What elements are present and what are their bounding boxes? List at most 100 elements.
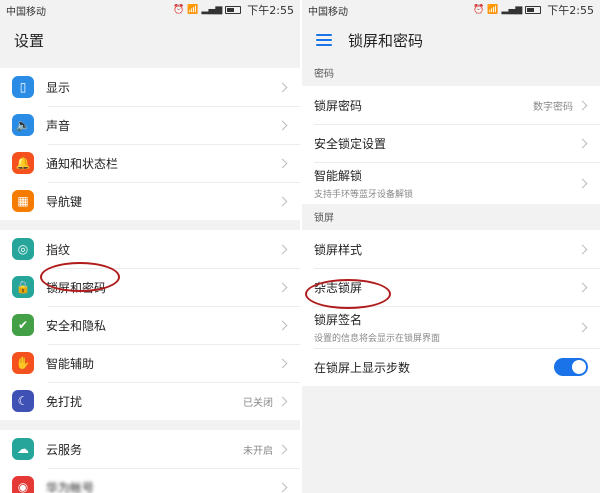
smart-unlock-item[interactable]: 智能解锁 支持手环等蓝牙设备解锁 — [302, 162, 600, 204]
wifi-icon: 📶 — [487, 5, 499, 15]
chevron-right-icon — [277, 196, 288, 206]
settings-item[interactable]: ☾ 免打扰 已关闭 — [0, 382, 300, 420]
chevron-right-icon — [577, 322, 588, 332]
settings-item[interactable]: ◉ 华为帐号 — [0, 468, 300, 493]
settings-group: ☁ 云服务 未开启 ◉ 华为帐号 — [0, 430, 300, 493]
lock-screen-signature-item[interactable]: 锁屏签名 设置的信息将会显示在锁屏界面 — [302, 306, 600, 348]
settings-item[interactable]: ☁ 云服务 未开启 — [0, 430, 300, 468]
page-title-bar: 锁屏和密码 — [302, 20, 600, 60]
settings-item-label: 锁屏和密码 — [46, 280, 107, 295]
settings-item-label: 免打扰 — [46, 394, 83, 409]
cloud-icon: ☁ — [12, 438, 34, 460]
chevron-right-icon — [577, 178, 588, 188]
carrier-label: 中国移动 — [308, 6, 348, 18]
settings-item[interactable]: 🔔 通知和状态栏 — [0, 144, 300, 182]
section-header-lockscreen: 锁屏 — [302, 204, 600, 230]
wifi-icon: 📶 — [187, 5, 199, 15]
settings-item-value: 已关闭 — [243, 397, 273, 409]
chevron-right-icon — [577, 100, 588, 110]
lock-icon: 🔒 — [12, 276, 34, 298]
status-bar: 中国移动 ⏰ 📶 ▂▄▆ 下午2:55 — [302, 0, 600, 20]
chevron-right-icon — [277, 282, 288, 292]
section-header-password: 密码 — [302, 60, 600, 86]
menu-icon[interactable] — [316, 34, 332, 46]
settings-item[interactable]: 🔒 锁屏和密码 — [0, 268, 300, 306]
lock-password-value: 数字密码 — [533, 101, 573, 113]
chevron-right-icon — [577, 282, 588, 292]
bell-icon: 🔔 — [12, 152, 34, 174]
secure-lock-settings-item[interactable]: 安全锁定设置 — [302, 124, 600, 162]
settings-item[interactable]: 🔈 声音 — [0, 106, 300, 144]
alarm-icon: ⏰ — [173, 5, 185, 15]
navigation-key-icon: ▦ — [12, 190, 34, 212]
settings-item[interactable]: ◎ 指纹 — [0, 230, 300, 268]
chevron-right-icon — [277, 158, 288, 168]
settings-group: ◎ 指纹 🔒 锁屏和密码 ✔ 安全和隐私 ✋ 智能辅助 ☾ 免打扰 已关闭 — [0, 230, 300, 420]
secure-lock-settings-label: 安全锁定设置 — [314, 136, 387, 151]
smart-unlock-subtitle: 支持手环等蓝牙设备解锁 — [314, 189, 414, 200]
lock-screen-style-label: 锁屏样式 — [314, 242, 363, 257]
settings-list: ▯ 显示 🔈 声音 🔔 通知和状态栏 ▦ 导航键 ◎ 指纹 🔒 锁屏和密码 ✔ 安全和隐私 ✋ 智能辅助 ☾ 免打… — [0, 60, 300, 493]
battery-icon — [225, 6, 242, 14]
account-icon: ◉ — [12, 476, 34, 493]
settings-item[interactable]: ✔ 安全和隐私 — [0, 306, 300, 344]
settings-item-label: 智能辅助 — [46, 356, 95, 371]
settings-item-label: 安全和隐私 — [46, 318, 107, 333]
signal-icon: ▂▄▆ — [201, 5, 223, 15]
group-gap — [0, 220, 300, 230]
settings-item[interactable]: ▦ 导航键 — [0, 182, 300, 220]
settings-screen: 中国移动 ⏰ 📶 ▂▄▆ 下午2:55 设置 ▯ 显示 🔈 声音 🔔 通知和状态栏 ▦ 导航键… — [0, 0, 300, 493]
lock-password-label: 锁屏密码 — [314, 98, 363, 113]
chevron-right-icon — [277, 244, 288, 254]
status-icons: ⏰ 📶 ▂▄▆ 下午2:55 — [173, 2, 294, 18]
group-gap — [0, 60, 300, 68]
chevron-right-icon — [277, 396, 288, 406]
display-icon: ▯ — [12, 76, 34, 98]
show-steps-label: 在锁屏上显示步数 — [314, 360, 411, 375]
settings-item-value: 未开启 — [243, 445, 273, 457]
magazine-lock-screen-label: 杂志锁屏 — [314, 280, 363, 295]
settings-item-label: 云服务 — [46, 442, 83, 457]
status-time: 下午2:55 — [547, 4, 594, 17]
magazine-lock-screen-item[interactable]: 杂志锁屏 — [302, 268, 600, 306]
lock-screen-settings-screen: 中国移动 ⏰ 📶 ▂▄▆ 下午2:55 锁屏和密码 密码 锁屏密码 数字密码 安… — [302, 0, 600, 493]
lock-screen-signature-label: 锁屏签名 — [314, 312, 363, 327]
carrier-label: 中国移动 — [6, 6, 46, 18]
fingerprint-icon: ◎ — [12, 238, 34, 260]
settings-item-label: 指纹 — [46, 242, 71, 257]
settings-item-label: 通知和状态栏 — [46, 156, 119, 171]
settings-item[interactable]: ▯ 显示 — [0, 68, 300, 106]
alarm-icon: ⏰ — [473, 5, 485, 15]
status-icons: ⏰ 📶 ▂▄▆ 下午2:55 — [473, 2, 594, 18]
lockscreen-group: 锁屏样式 杂志锁屏 锁屏签名 设置的信息将会显示在锁屏界面 在锁屏上显示步数 — [302, 230, 600, 386]
group-gap — [0, 420, 300, 430]
lock-password-item[interactable]: 锁屏密码 数字密码 — [302, 86, 600, 124]
battery-icon — [525, 6, 542, 14]
settings-group: ▯ 显示 🔈 声音 🔔 通知和状态栏 ▦ 导航键 — [0, 68, 300, 220]
speaker-icon: 🔈 — [12, 114, 34, 136]
chevron-right-icon — [277, 444, 288, 454]
lock-screen-style-item[interactable]: 锁屏样式 — [302, 230, 600, 268]
lock-screen-signature-subtitle: 设置的信息将会显示在锁屏界面 — [314, 333, 441, 344]
chevron-right-icon — [277, 482, 288, 492]
show-steps-toggle[interactable] — [554, 358, 588, 376]
moon-icon: ☾ — [12, 390, 34, 412]
page-title: 锁屏和密码 — [348, 31, 424, 50]
chevron-right-icon — [577, 138, 588, 148]
page-title-bar: 设置 — [0, 20, 300, 60]
settings-item[interactable]: ✋ 智能辅助 — [0, 344, 300, 382]
hand-icon: ✋ — [12, 352, 34, 374]
password-group: 锁屏密码 数字密码 安全锁定设置 智能解锁 支持手环等蓝牙设备解锁 — [302, 86, 600, 204]
page-title: 设置 — [14, 31, 45, 50]
signal-icon: ▂▄▆ — [501, 5, 523, 15]
smart-unlock-label: 智能解锁 — [314, 168, 363, 183]
status-bar: 中国移动 ⏰ 📶 ▂▄▆ 下午2:55 — [0, 0, 300, 20]
chevron-right-icon — [277, 120, 288, 130]
status-time: 下午2:55 — [247, 4, 294, 17]
settings-item-label: 声音 — [46, 118, 71, 133]
chevron-right-icon — [577, 244, 588, 254]
settings-item-label: 导航键 — [46, 194, 83, 209]
chevron-right-icon — [277, 82, 288, 92]
settings-item-label: 显示 — [46, 80, 71, 95]
show-steps-item[interactable]: 在锁屏上显示步数 — [302, 348, 600, 386]
